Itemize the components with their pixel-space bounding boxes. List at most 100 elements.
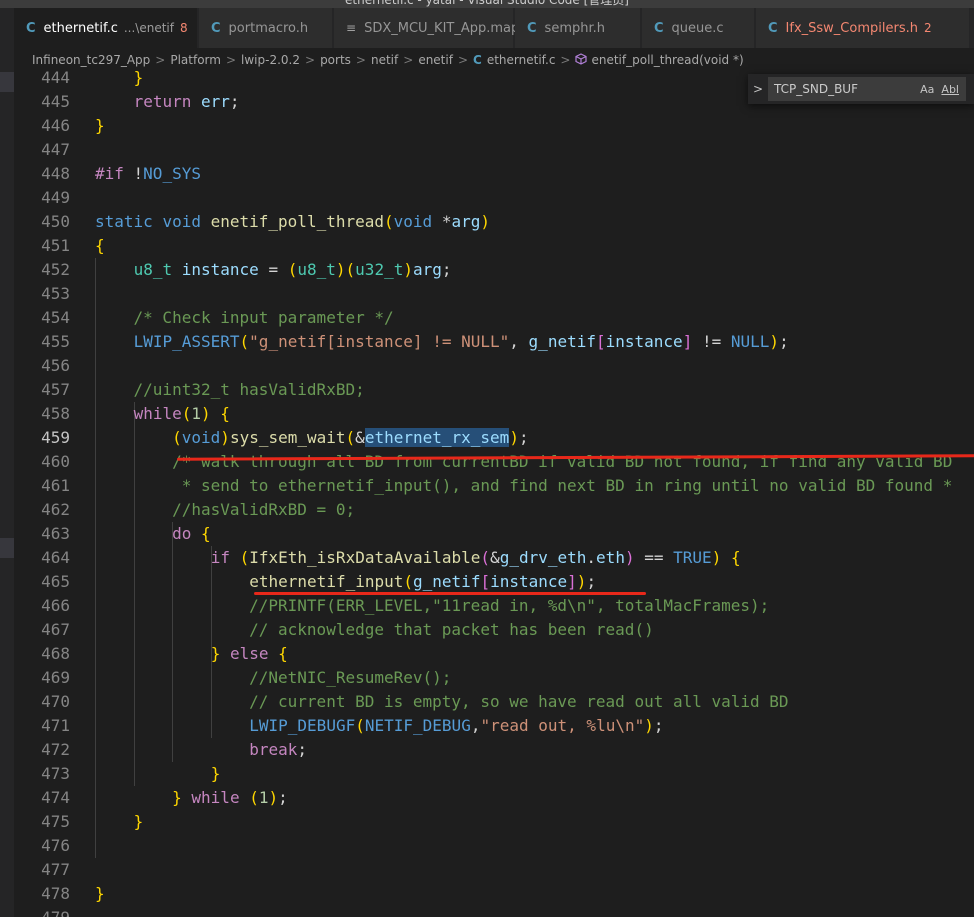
window-title: ethernetif.c - yatai - Visual Studio Cod… (345, 0, 629, 7)
match-whole-word-button[interactable]: Abl (941, 83, 959, 96)
tab-portmacro-h[interactable]: C portmacro.h (199, 8, 333, 48)
code-line[interactable]: 463 do { (14, 522, 974, 546)
line-number: 459 (41, 428, 70, 447)
code-text: { (95, 236, 105, 255)
line-number: 461 (41, 476, 70, 495)
tab-sdx-mcu-kit-app-map[interactable]: ≡ SDX_MCU_KIT_App.map (334, 8, 519, 48)
line-number: 454 (41, 308, 70, 327)
code-line[interactable]: 473 } (14, 762, 974, 786)
find-input-value: TCP_SND_BUF (774, 82, 858, 96)
tab-semphr-h[interactable]: C semphr.h (515, 8, 641, 48)
toggle-replace-button[interactable]: > (748, 82, 768, 96)
code-text: ethernetif_input(g_netif[instance]); (249, 572, 597, 591)
line-number: 449 (41, 188, 70, 207)
code-line[interactable]: 477 (14, 858, 974, 882)
code-text: do { (172, 524, 211, 543)
code-line[interactable]: 470 // current BD is empty, so we have r… (14, 690, 974, 714)
breadcrumb-item[interactable]: enetif (418, 53, 453, 67)
tab-label: ethernetif.c (43, 20, 118, 36)
code-text: //PRINTF(ERR_LEVEL,"11read in, %d\n", to… (95, 596, 770, 615)
code-line[interactable]: 452 u8_t instance = (u8_t)(u32_t)arg; (14, 258, 974, 282)
code-line[interactable]: 459 (void)sys_sem_wait(&ethernet_rx_sem)… (14, 426, 974, 450)
tab-queue-c[interactable]: C queue.c (642, 8, 755, 48)
line-number: 446 (41, 116, 70, 135)
code-line[interactable]: 456 (14, 354, 974, 378)
code-line[interactable]: 471 LWIP_DEBUGF(NETIF_DEBUG,"read out, %… (14, 714, 974, 738)
code-line[interactable]: 476 (14, 834, 974, 858)
code-line[interactable]: 453 (14, 282, 974, 306)
code-line[interactable]: 469 //NetNIC_ResumeRev(); (14, 666, 974, 690)
code-text: } while (1); (172, 788, 288, 807)
code-text: // current BD is empty, so we have read … (95, 692, 789, 711)
breadcrumb-item[interactable]: lwip-2.0.2 (241, 53, 300, 67)
code-line[interactable]: 478} (14, 882, 974, 906)
code-line[interactable]: 466 //PRINTF(ERR_LEVEL,"11read in, %d\n"… (14, 594, 974, 618)
code-line[interactable]: 467 // acknowledge that packet has been … (14, 618, 974, 642)
map-file-icon: ≡ (346, 21, 357, 35)
code-line[interactable]: 479 (14, 906, 974, 917)
code-line[interactable]: 464 if (IfxEth_isRxDataAvailable(&g_drv_… (14, 546, 974, 570)
line-number: 462 (41, 500, 70, 519)
line-number: 468 (41, 644, 70, 663)
line-number: 479 (14, 906, 70, 917)
code-line[interactable]: 461 * send to ethernetif_input(), and fi… (14, 474, 974, 498)
code-text: break; (249, 740, 308, 759)
code-text: //uint32_t hasValidRxBD; (95, 380, 365, 399)
code-line[interactable]: 458 while(1) { (14, 402, 974, 426)
code-line[interactable]: 450 static void enetif_poll_thread(void *… (14, 210, 974, 234)
code-line[interactable]: 446} (14, 114, 974, 138)
line-number: 478 (41, 884, 70, 903)
code-line[interactable]: 455 LWIP_ASSERT("g_netif[instance] != NU… (14, 330, 974, 354)
breadcrumb-item[interactable]: Platform (170, 53, 221, 67)
line-number: 444 (41, 68, 70, 87)
code-line[interactable]: 457 //uint32_t hasValidRxBD; (14, 378, 974, 402)
breadcrumb-item[interactable]: netif (371, 53, 398, 67)
code-line[interactable]: 448 #if !NO_SYS (14, 162, 974, 186)
problems-badge: 2 (923, 21, 932, 35)
selected-text: ethernet_rx_sem (364, 428, 510, 447)
code-line[interactable]: 475 } (14, 810, 974, 834)
code-line[interactable]: 465 ethernetif_input(g_netif[instance]); (14, 570, 974, 594)
editor-tab-bar: C ethernetif.c ...\enetif 8 × C portmacr… (0, 8, 974, 48)
breadcrumb-separator: > (225, 53, 237, 67)
breadcrumb-symbol[interactable]: enetif_poll_thread(void *) (591, 53, 743, 67)
code-line[interactable]: 468 } else { (14, 642, 974, 666)
line-number: 447 (41, 140, 70, 159)
breadcrumb-separator: > (403, 53, 414, 67)
line-number: 465 (41, 572, 70, 591)
c-file-icon: C (211, 20, 221, 36)
breadcrumb-file[interactable]: ethernetif.c (487, 53, 556, 67)
code-editor[interactable]: 444 } 445 return err; 446} 447 448 #if !NO_SY… (14, 66, 974, 917)
code-text: } else { (210, 644, 288, 663)
side-panel-highlight (0, 538, 14, 558)
code-text: } (133, 68, 144, 87)
tab-ifx-ssw-compilers-h[interactable]: C Ifx_Ssw_Compilers.h 2 (756, 8, 970, 48)
code-line[interactable]: 472 break; (14, 738, 974, 762)
code-text: } (95, 884, 105, 903)
line-number: 471 (41, 716, 70, 735)
line-number: 476 (41, 836, 70, 855)
line-number: 455 (41, 332, 70, 351)
match-case-button[interactable]: Aa (920, 83, 934, 96)
line-number: 451 (41, 236, 70, 255)
code-text: /* Check input parameter */ (95, 308, 394, 327)
line-number: 460 (41, 452, 70, 471)
line-number: 470 (41, 692, 70, 711)
code-line[interactable]: 462 //hasValidRxBD = 0; (14, 498, 974, 522)
code-line[interactable]: 447 (14, 138, 974, 162)
tab-ethernetif-c[interactable]: C ethernetif.c ...\enetif 8 × (14, 8, 210, 48)
code-text: //NetNIC_ResumeRev(); (95, 668, 452, 687)
code-line[interactable]: 451 { (14, 234, 974, 258)
code-line[interactable]: 460 /* walk through all BD from currentB… (14, 450, 974, 474)
c-file-icon: C (768, 20, 778, 36)
code-text: u8_t instance = (u8_t)(u32_t)arg; (133, 260, 452, 279)
breadcrumb-item[interactable]: ports (320, 53, 351, 67)
code-line[interactable]: 474 } while (1); (14, 786, 974, 810)
breadcrumb-item[interactable]: Infineon_tc297_App (32, 53, 150, 67)
code-text: * send to ethernetif_input(), and find n… (95, 476, 953, 495)
find-input[interactable]: TCP_SND_BUF Aa Abl (768, 77, 966, 101)
code-line[interactable]: 449 (14, 186, 974, 210)
code-line[interactable]: 454 /* Check input parameter */ (14, 306, 974, 330)
line-number: 474 (41, 788, 70, 807)
find-widget: > TCP_SND_BUF Aa Abl (748, 74, 974, 104)
